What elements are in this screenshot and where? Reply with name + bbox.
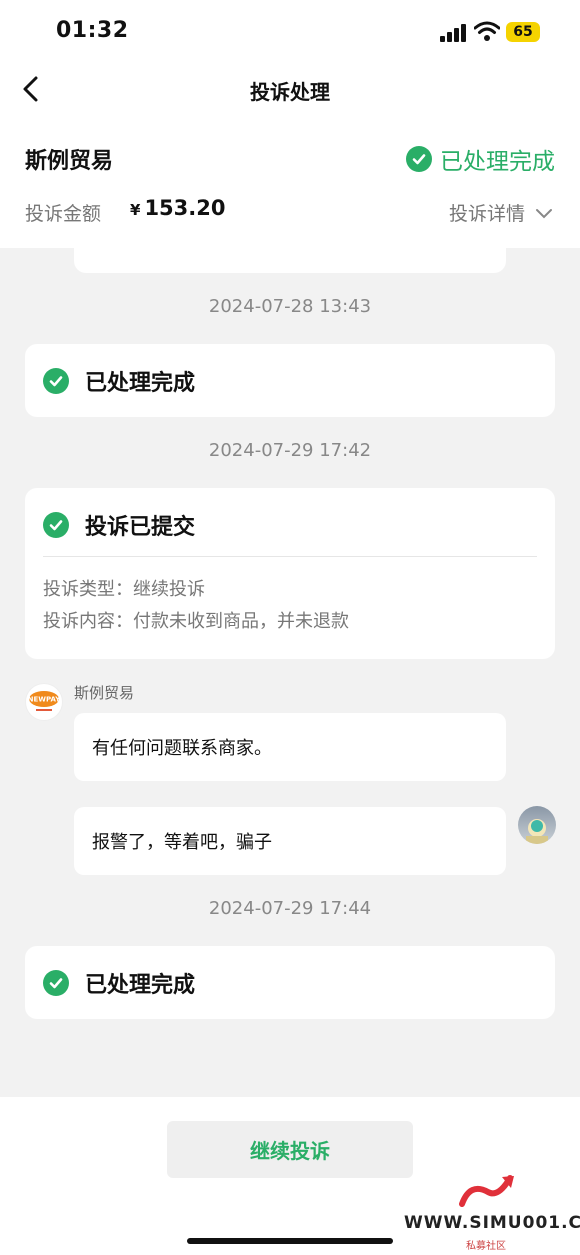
page-title: 投诉处理 (250, 80, 330, 104)
previous-card (74, 240, 506, 273)
wifi-icon (474, 21, 500, 41)
timestamp: 2024-07-29 17:44 (208, 898, 372, 919)
user-avatar (518, 806, 556, 844)
detail-label: 投诉详情 (448, 203, 525, 225)
status-card: 已处理完成 (25, 946, 555, 1019)
status-badge: 已处理完成 (406, 142, 555, 176)
detail-toggle[interactable]: 投诉详情 (449, 199, 555, 226)
check-circle-icon (43, 969, 69, 996)
card-title: 投诉已提交 (43, 488, 195, 561)
currency-symbol: ¥ (130, 201, 141, 219)
status-card: 已处理完成 (25, 344, 555, 417)
status-text: 已处理完成 (440, 149, 555, 175)
message-bubble: 有任何问题联系商家。 (74, 713, 506, 781)
amount-label: 投诉金额 (25, 203, 102, 225)
complaint-card: 投诉已提交 投诉类型：继续投诉 投诉内容：付款未收到商品，并未退款 (25, 488, 555, 659)
amount-value: ¥153.20 (130, 196, 226, 220)
chevron-down-icon (536, 208, 552, 218)
timestamp: 2024-07-29 17:42 (208, 440, 372, 461)
card-title: 已处理完成 (43, 946, 195, 1019)
sender-name: 斯例贸易 (74, 684, 135, 702)
check-circle-icon (43, 367, 69, 394)
home-indicator[interactable] (187, 1238, 393, 1244)
signal-icon (440, 24, 468, 42)
continue-complaint-button[interactable]: 继续投诉 (167, 1121, 413, 1178)
watermark-subtext: 私募社区 (466, 1241, 506, 1252)
message-bubble: 报警了，等着吧，骗子 (74, 807, 506, 875)
divider (43, 556, 537, 557)
status-time: 01:32 (56, 18, 129, 43)
card-title: 已处理完成 (43, 344, 195, 417)
complaint-content: 投诉内容：付款未收到商品，并未退款 (43, 611, 349, 632)
svg-text:NEWPAY: NEWPAY (28, 696, 62, 704)
merchant-avatar: NEWPAY (25, 683, 63, 721)
battery-icon: 65 (506, 22, 540, 42)
watermark-logo-icon (459, 1175, 514, 1207)
watermark-text: WWW.SIMU001.CN (404, 1213, 580, 1233)
check-circle-icon (406, 146, 432, 172)
complaint-type: 投诉类型：继续投诉 (43, 579, 205, 600)
timestamp: 2024-07-28 13:43 (208, 296, 372, 317)
check-circle-icon (43, 511, 69, 538)
merchant-name: 斯例贸易 (25, 149, 114, 174)
